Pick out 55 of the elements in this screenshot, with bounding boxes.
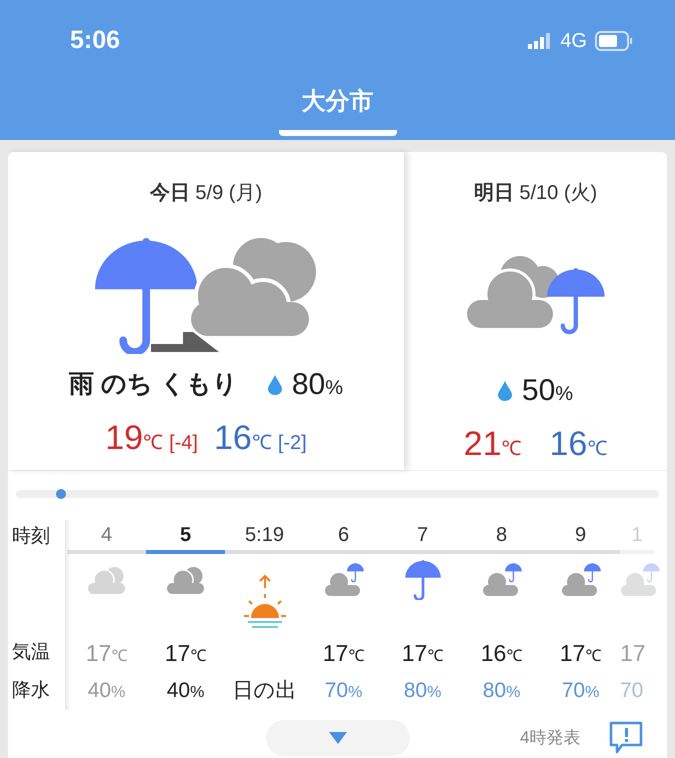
cloud-icon xyxy=(86,565,126,595)
battery-icon xyxy=(595,31,633,51)
row-label: 気温 xyxy=(12,641,51,665)
hour-temp: 17℃ xyxy=(322,639,364,668)
weather-label: 雨 のち くもり xyxy=(68,368,238,400)
cloud-umbrella-icon xyxy=(482,563,522,597)
high-temp: 19℃ xyxy=(105,418,164,459)
high-diff: [-4] xyxy=(169,431,198,456)
scroll-thumb xyxy=(56,489,66,499)
row-label: 降水 xyxy=(12,679,51,703)
hour-tab[interactable]: 4 xyxy=(67,520,146,554)
hour-tab[interactable]: 8 xyxy=(462,520,541,554)
hour-precip: 40% xyxy=(88,678,126,704)
hour-tab[interactable]: 5:19 xyxy=(225,520,304,554)
high-temp: 21℃ xyxy=(464,424,522,465)
low-temp: 16℃ xyxy=(214,418,272,459)
expand-button[interactable] xyxy=(266,720,410,756)
caret-down-icon xyxy=(329,732,347,744)
raindrop-icon xyxy=(498,380,512,400)
hour-tab[interactable]: 6 xyxy=(304,520,383,554)
cloud-umbrella-icon xyxy=(464,254,606,336)
hour-precip: 80% xyxy=(404,678,442,704)
hour-temp: 17℃ xyxy=(164,639,206,668)
hour-temp: 16℃ xyxy=(480,639,522,668)
hour-precip: 70% xyxy=(324,678,362,704)
issued-time: 4時発表 xyxy=(520,727,580,750)
network-label: 4G xyxy=(560,29,587,54)
cloud-umbrella-icon xyxy=(324,563,364,597)
raindrop-icon xyxy=(268,374,282,394)
day-date: 明日 5/10 (火) xyxy=(474,181,598,206)
low-diff: [-2] xyxy=(278,431,307,456)
hour-precip: 80% xyxy=(482,678,520,704)
event-label: 日の出 xyxy=(232,678,296,704)
hour-temp: 17℃ xyxy=(402,639,444,668)
cloud-icon xyxy=(166,565,206,595)
hour-tab[interactable]: 9 xyxy=(541,520,620,554)
cloud-umbrella-icon xyxy=(620,563,660,597)
precip-chance: 80% xyxy=(292,367,344,403)
hour-precip: 70 xyxy=(620,678,644,704)
precip-chance: 50% xyxy=(522,373,574,409)
hour-temp: 17 xyxy=(620,639,646,668)
cloud-umbrella-icon xyxy=(560,563,600,597)
hour-temp: 17℃ xyxy=(560,639,602,668)
day-date: 今日 5/9 (月) xyxy=(150,181,262,206)
hour-precip: 40% xyxy=(166,678,204,704)
signal-icon xyxy=(528,33,552,49)
row-label: 時刻 xyxy=(12,525,51,549)
umbrella-icon xyxy=(404,560,440,600)
feedback-icon[interactable] xyxy=(608,720,644,756)
status-time: 5:06 xyxy=(70,25,120,56)
hour-precip: 70% xyxy=(562,678,600,704)
hour-temp: 17℃ xyxy=(86,639,128,668)
low-temp: 16℃ xyxy=(550,424,608,465)
hour-tab[interactable]: 5 xyxy=(146,520,225,554)
hour-tab[interactable]: 7 xyxy=(383,520,462,554)
